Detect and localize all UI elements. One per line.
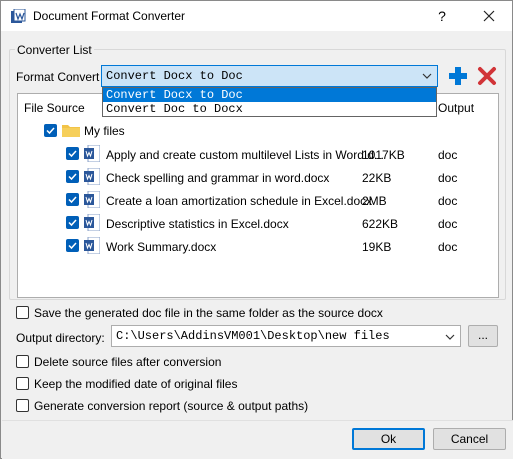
file-output: doc [438,240,458,254]
check-icon [68,150,77,158]
column-header-output[interactable]: Output [438,101,474,115]
output-directory-value: C:\Users\AddinsVM001\Desktop\new files [116,329,390,343]
selected-format: Convert Docx to Doc [106,69,243,83]
check-icon [46,127,55,135]
format-convert-label: Format Convert [16,70,100,84]
word-doc-icon [84,191,100,208]
window-title: Document Format Converter [33,9,186,23]
file-output: doc [438,194,458,208]
file-tree[interactable]: File Source Output My files Apply and cr… [17,93,499,298]
delete-source-checkbox[interactable] [16,355,29,368]
my-files-checkbox[interactable] [44,124,57,137]
output-directory-label: Output directory: [16,331,105,345]
remove-converter-button[interactable] [475,64,499,88]
keep-date-checkbox[interactable] [16,377,29,390]
file-name: Create a loan amortization schedule in E… [106,194,373,208]
cancel-button[interactable]: Cancel [433,428,506,450]
chevron-down-icon [422,73,432,79]
format-dropdown-list: Convert Docx to Doc Convert Doc to Docx [102,87,437,117]
plus-icon [449,67,467,85]
format-convert-select[interactable]: Convert Docx to Doc [101,65,438,87]
word-doc-icon [84,168,100,185]
file-output: doc [438,148,458,162]
check-icon [68,196,77,204]
title-bar: Document Format Converter ? [1,1,512,31]
file-checkbox[interactable] [66,193,79,206]
group-label: Converter List [15,43,94,57]
file-name: Check spelling and grammar in word.docx [106,171,330,185]
same-folder-checkbox[interactable] [16,306,29,319]
check-icon [68,219,77,227]
file-checkbox[interactable] [66,239,79,252]
file-checkbox[interactable] [66,147,79,160]
help-label: ? [438,8,446,24]
keep-date-label[interactable]: Keep the modified date of original files [34,377,237,391]
file-checkbox[interactable] [66,170,79,183]
file-checkbox[interactable] [66,216,79,229]
word-doc-icon [84,145,100,162]
file-size: 622KB [362,217,399,231]
folder-label[interactable]: My files [84,124,125,138]
help-button[interactable]: ? [428,4,456,28]
report-label[interactable]: Generate conversion report (source & out… [34,399,308,413]
column-header-file-source[interactable]: File Source [24,101,85,115]
file-name: Apply and create custom multilevel Lists… [106,148,384,162]
close-icon [483,10,495,22]
app-icon [11,9,26,23]
add-converter-button[interactable] [446,64,470,88]
check-icon [68,173,77,181]
file-output: doc [438,217,458,231]
delete-source-label[interactable]: Delete source files after conversion [34,355,221,369]
dropdown-option[interactable]: Convert Docx to Doc [103,88,436,102]
file-output: doc [438,171,458,185]
chevron-down-icon[interactable] [444,331,456,343]
word-doc-icon [84,214,100,231]
x-icon [478,67,496,85]
folder-icon [62,125,80,137]
file-name: Work Summary.docx [106,240,217,254]
file-size: 19KB [362,240,392,254]
dropdown-option[interactable]: Convert Doc to Docx [103,102,436,116]
file-name: Descriptive statistics in Excel.docx [106,217,289,231]
check-icon [68,242,77,250]
report-checkbox[interactable] [16,399,29,412]
browse-button[interactable]: ... [468,325,498,347]
dialog-window: Document Format Converter ? Converter Li… [0,0,513,459]
ok-button[interactable]: Ok [352,428,425,450]
file-size: 1017KB [362,148,405,162]
file-size: 22KB [362,171,392,185]
file-size: 2MB [362,194,387,208]
word-doc-icon [84,237,100,254]
close-button[interactable] [475,4,503,28]
output-directory-input[interactable]: C:\Users\AddinsVM001\Desktop\new files [111,325,461,347]
same-folder-label[interactable]: Save the generated doc file in the same … [34,306,383,320]
